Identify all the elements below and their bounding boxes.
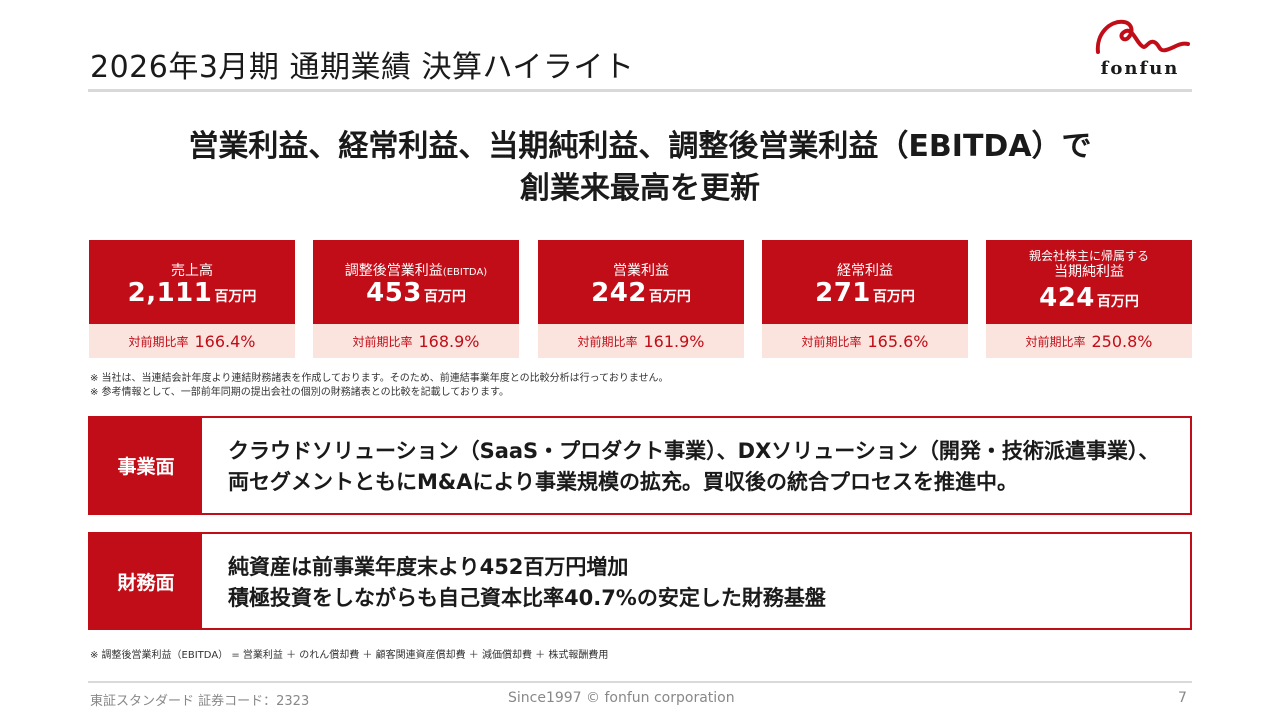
metric-card-ordinary-income: 経常利益 271 百万円 対前期比率 165.6% bbox=[762, 240, 968, 358]
financial-label: 財務面 bbox=[90, 534, 202, 628]
compare-label: 対前期比率 bbox=[352, 334, 413, 349]
metric-unit: 百万円 bbox=[423, 289, 466, 305]
metric-card-ebitda: 調整後営業利益(EBITDA) 453 百万円 対前期比率 168.9% bbox=[313, 240, 519, 358]
metric-value: 271 bbox=[815, 278, 871, 308]
metric-label: 売上高 bbox=[171, 263, 213, 279]
compare-value: 166.4% bbox=[194, 331, 256, 351]
compare-label: 対前期比率 bbox=[1025, 334, 1086, 349]
business-box: 事業面 クラウドソリューション（SaaS・プロダクト事業）、DXソリューション（… bbox=[88, 416, 1192, 515]
metric-card-net-income: 親会社株主に帰属する 当期純利益 424 百万円 対前期比率 250.8% bbox=[986, 240, 1192, 358]
financial-box: 財務面 純資産は前事業年度末より452百万円増加 積極投資をしながらも自己資本比… bbox=[88, 532, 1192, 630]
compare-label: 対前期比率 bbox=[128, 334, 189, 349]
financial-line-1: 純資産は前事業年度末より452百万円増加 bbox=[228, 555, 629, 579]
metric-label-line-1: 親会社株主に帰属する bbox=[1028, 249, 1149, 263]
metric-label: 営業利益 bbox=[613, 263, 669, 279]
logo-wordmark: fonfun bbox=[1100, 58, 1180, 79]
metric-value: 242 bbox=[591, 278, 647, 308]
metric-value: 2,111 bbox=[127, 278, 213, 308]
footer-copyright: Since1997 © fonfun corporation bbox=[508, 690, 735, 706]
business-line-1: クラウドソリューション（SaaS・プロダクト事業）、DXソリューション（開発・技… bbox=[228, 439, 1160, 463]
page-number: 7 bbox=[1178, 690, 1187, 706]
compare-label: 対前期比率 bbox=[801, 334, 862, 349]
compare-value: 165.6% bbox=[867, 331, 929, 351]
metric-unit: 百万円 bbox=[648, 289, 691, 305]
compare-value: 168.9% bbox=[418, 331, 480, 351]
headline-line-2: 創業来最高を更新 bbox=[520, 171, 760, 206]
metric-label-line-2: 当期純利益 bbox=[1054, 264, 1124, 280]
metric-unit: 百万円 bbox=[872, 289, 915, 305]
metric-unit: 百万円 bbox=[1096, 294, 1139, 310]
metric-value: 424 bbox=[1039, 283, 1095, 313]
note-2: ※ 参考情報として、一部前年同期の提出会社の個別の財務諸表との比較を記載しており… bbox=[90, 387, 510, 398]
footer-divider bbox=[88, 681, 1192, 683]
business-label: 事業面 bbox=[90, 418, 202, 513]
headline: 営業利益、経常利益、当期純利益、調整後営業利益（EBITDA）で 創業来最高を更… bbox=[88, 126, 1192, 210]
headline-line-1: 営業利益、経常利益、当期純利益、調整後営業利益（EBITDA）で bbox=[188, 129, 1092, 164]
financial-line-2: 積極投資をしながらも自己資本比率40.7%の安定した財務基盤 bbox=[228, 586, 826, 610]
metric-value: 453 bbox=[366, 278, 422, 308]
metric-label-suffix: (EBITDA) bbox=[442, 267, 488, 278]
compare-value: 250.8% bbox=[1091, 331, 1153, 351]
metric-unit: 百万円 bbox=[214, 289, 257, 305]
footer-stock-code: 東証スタンダード 証券コード：2323 bbox=[90, 694, 310, 709]
business-line-2: 両セグメントともにM&Aにより事業規模の拡充。買収後の統合プロセスを推進中。 bbox=[228, 470, 1019, 494]
metric-card-sales: 売上高 2,111 百万円 対前期比率 166.4% bbox=[89, 240, 295, 358]
page-title: 2026年3月期 通期業績 決算ハイライト bbox=[90, 50, 635, 85]
note-1: ※ 当社は、当連結会計年度より連結財務諸表を作成しております。そのため、前連結事… bbox=[90, 373, 669, 384]
metric-label: 調整後営業利益 bbox=[344, 263, 443, 279]
ebitda-footnote: ※ 調整後営業利益（EBITDA） = 営業利益 ＋ のれん償却費 ＋ 顧客関連… bbox=[90, 650, 609, 661]
metric-card-operating-income: 営業利益 242 百万円 対前期比率 161.9% bbox=[538, 240, 744, 358]
metric-label: 経常利益 bbox=[837, 263, 893, 279]
compare-label: 対前期比率 bbox=[577, 334, 638, 349]
compare-value: 161.9% bbox=[643, 331, 705, 351]
title-divider bbox=[88, 89, 1192, 92]
